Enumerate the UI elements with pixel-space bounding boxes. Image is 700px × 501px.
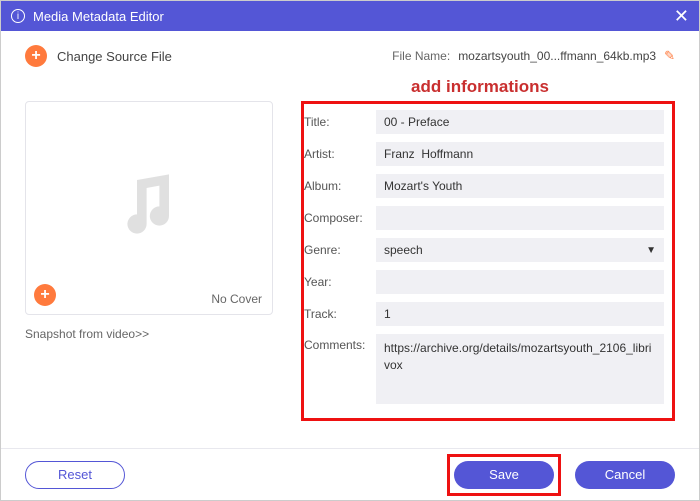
album-input[interactable] bbox=[376, 174, 664, 198]
no-cover-label: No Cover bbox=[211, 292, 262, 306]
track-input[interactable] bbox=[376, 302, 664, 326]
cancel-button[interactable]: Cancel bbox=[575, 461, 675, 489]
annotation-text: add informations bbox=[1, 77, 699, 97]
artist-input[interactable] bbox=[376, 142, 664, 166]
close-icon[interactable]: ✕ bbox=[674, 6, 689, 27]
cover-box[interactable]: + No Cover bbox=[25, 101, 273, 315]
track-label: Track: bbox=[304, 307, 376, 321]
titlebar: i Media Metadata Editor ✕ bbox=[1, 1, 699, 31]
body: + No Cover Snapshot from video>> Title: … bbox=[1, 101, 699, 421]
composer-label: Composer: bbox=[304, 211, 376, 225]
title-input[interactable] bbox=[376, 110, 664, 134]
window: i Media Metadata Editor ✕ + Change Sourc… bbox=[0, 0, 700, 501]
genre-select[interactable]: speech ▼ bbox=[376, 238, 664, 262]
filename-value: mozartsyouth_00...ffmann_64kb.mp3 bbox=[458, 49, 656, 63]
comments-label: Comments: bbox=[304, 334, 376, 352]
filename-wrap: File Name: mozartsyouth_00...ffmann_64kb… bbox=[392, 48, 675, 64]
edit-icon[interactable]: ✎ bbox=[664, 48, 675, 64]
footer: Reset Save Cancel bbox=[1, 448, 699, 500]
album-label: Album: bbox=[304, 179, 376, 193]
snapshot-link[interactable]: Snapshot from video>> bbox=[25, 327, 273, 341]
add-cover-button[interactable]: + bbox=[34, 284, 56, 306]
change-source-button[interactable]: + Change Source File bbox=[25, 45, 172, 67]
plus-icon: + bbox=[34, 284, 56, 306]
left-column: + No Cover Snapshot from video>> bbox=[25, 101, 273, 421]
genre-value: speech bbox=[384, 243, 423, 257]
composer-input[interactable] bbox=[376, 206, 664, 230]
year-input[interactable] bbox=[376, 270, 664, 294]
artist-label: Artist: bbox=[304, 147, 376, 161]
filename-label: File Name: bbox=[392, 49, 450, 63]
form-area: Title: Artist: Album: Composer: Genre: s… bbox=[301, 101, 675, 421]
top-row: + Change Source File File Name: mozartsy… bbox=[1, 31, 699, 75]
genre-label: Genre: bbox=[304, 243, 376, 257]
title-label: Title: bbox=[304, 115, 376, 129]
change-source-label: Change Source File bbox=[57, 49, 172, 64]
save-highlight: Save bbox=[447, 454, 561, 496]
window-title: Media Metadata Editor bbox=[33, 9, 674, 24]
save-button[interactable]: Save bbox=[454, 461, 554, 489]
reset-button[interactable]: Reset bbox=[25, 461, 125, 489]
info-icon: i bbox=[11, 9, 25, 23]
plus-icon: + bbox=[25, 45, 47, 67]
year-label: Year: bbox=[304, 275, 376, 289]
chevron-down-icon: ▼ bbox=[646, 245, 656, 256]
comments-input[interactable] bbox=[376, 334, 664, 404]
music-note-icon bbox=[109, 168, 189, 248]
